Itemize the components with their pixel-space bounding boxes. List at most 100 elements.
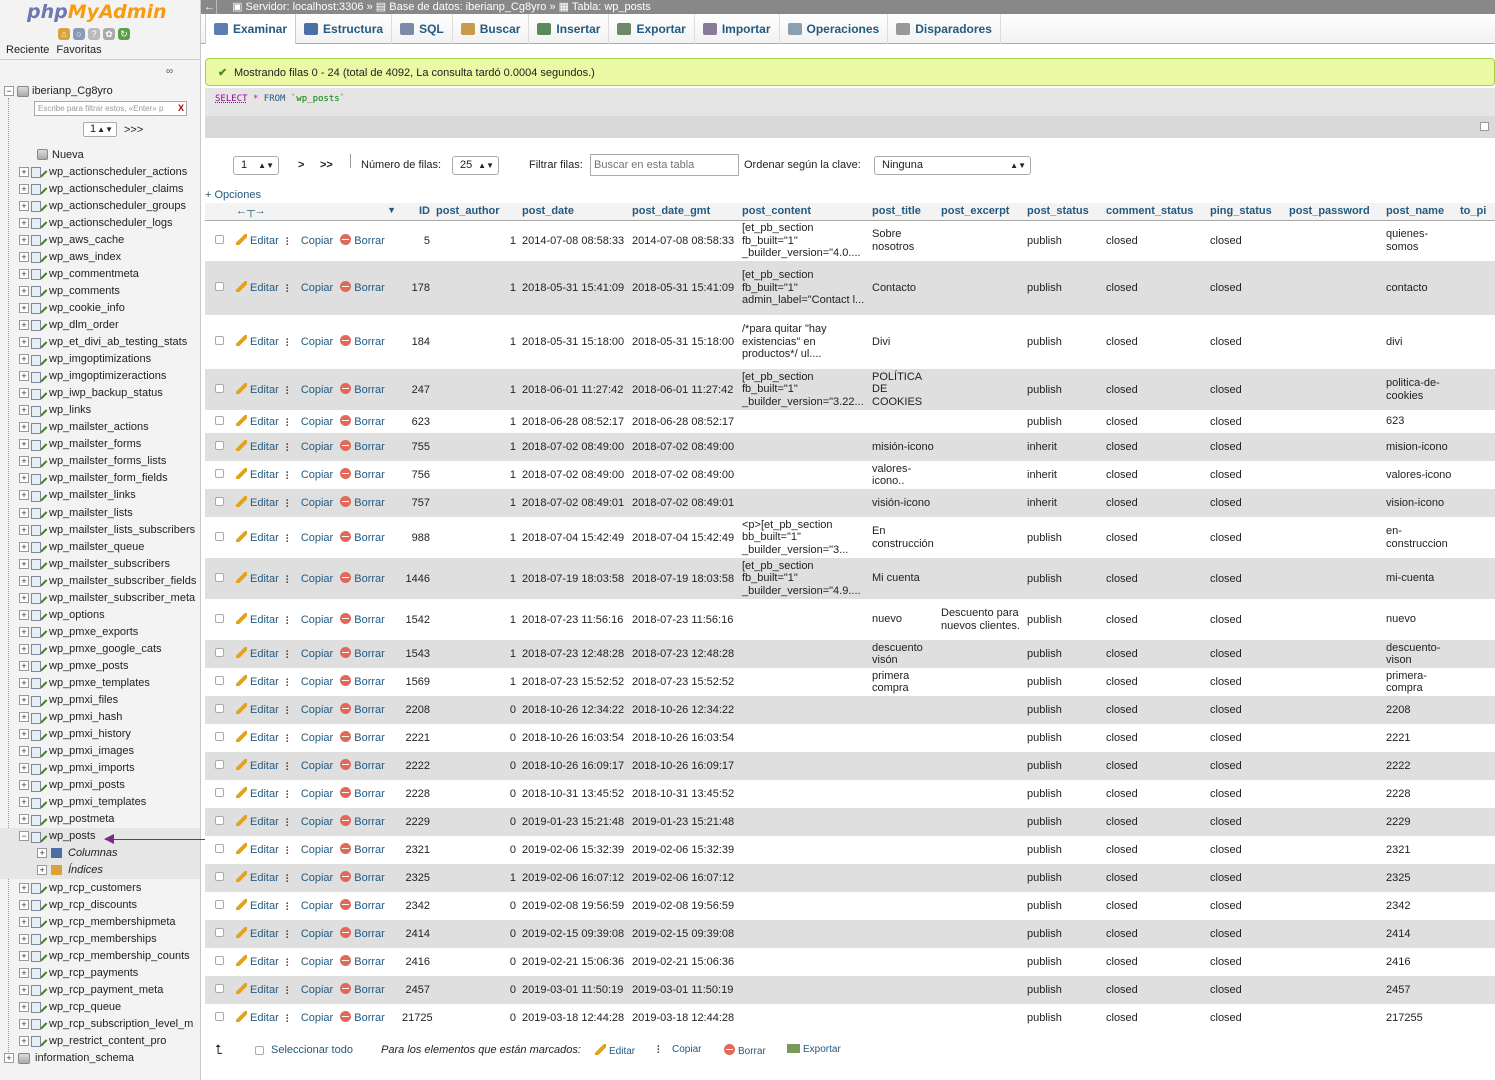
cell-post-date[interactable]: 2018-10-26 16:09:17 — [519, 752, 629, 780]
edit-button[interactable]: Editar — [236, 675, 279, 688]
expand-toggle-icon[interactable]: + — [4, 1053, 14, 1063]
row-checkbox[interactable] — [214, 441, 224, 450]
table-icon[interactable] — [31, 217, 45, 230]
cell-post-content[interactable] — [739, 461, 869, 489]
sidebar-table-name[interactable]: wp_pmxi_posts — [49, 779, 125, 791]
cell-post-date-gmt[interactable]: 2018-10-31 13:45:52 — [629, 780, 739, 808]
sidebar-table-name[interactable]: wp_pmxi_images — [49, 745, 134, 757]
cell-post-title[interactable] — [869, 1004, 938, 1032]
table-icon[interactable] — [31, 234, 45, 247]
header-post-name[interactable]: post_name — [1383, 203, 1457, 221]
cell-comment-status[interactable]: closed — [1103, 892, 1207, 920]
sidebar-table-item[interactable]: + wp_actionscheduler_logs — [0, 214, 200, 231]
sidebar-table-item[interactable]: + wp_et_divi_ab_testing_stats — [0, 334, 200, 351]
sidebar-table-name[interactable]: wp_mailster_form_fields — [49, 472, 168, 484]
edit-button[interactable]: Editar — [236, 843, 279, 856]
cell-post-title[interactable]: Mi cuenta — [869, 558, 938, 599]
cell-post-content[interactable] — [739, 696, 869, 724]
table-icon[interactable] — [31, 882, 45, 895]
delete-button[interactable]: Borrar — [340, 647, 385, 660]
expand-toggle-icon[interactable]: + — [19, 405, 29, 416]
cell-comment-status[interactable]: closed — [1103, 696, 1207, 724]
sidebar-table-item[interactable]: + wp_aws_cache — [0, 231, 200, 248]
cell-to-ping[interactable] — [1457, 315, 1495, 369]
cell-post-date-gmt[interactable]: 2019-03-18 12:44:28 — [629, 1004, 739, 1032]
cell-post-excerpt[interactable] — [938, 558, 1024, 599]
delete-button[interactable]: Borrar — [340, 335, 385, 348]
expand-toggle-icon[interactable]: + — [19, 660, 29, 671]
sidebar-table-item[interactable]: + wp_rcp_subscription_level_m — [0, 1015, 200, 1032]
row-checkbox[interactable] — [214, 1012, 224, 1021]
cell-post-password[interactable] — [1286, 1004, 1383, 1032]
cell-post-author[interactable]: 0 — [433, 836, 519, 864]
row-checkbox[interactable] — [214, 900, 224, 909]
cell-post-date[interactable]: 2019-02-08 19:56:59 — [519, 892, 629, 920]
sidebar-table-item[interactable]: + wp_rcp_memberships — [0, 930, 200, 947]
cell-post-author[interactable]: 1 — [433, 599, 519, 640]
sidebar-table-item[interactable]: + wp_mailster_queue — [0, 538, 200, 555]
cell-post-author[interactable]: 0 — [433, 976, 519, 1004]
expand-toggle-icon[interactable]: + — [19, 217, 29, 228]
cell-post-title[interactable]: valores-icono.. — [869, 461, 938, 489]
cell-post-password[interactable] — [1286, 892, 1383, 920]
cell-post-date[interactable]: 2018-10-26 16:03:54 — [519, 724, 629, 752]
cell-ping-status[interactable]: closed — [1207, 724, 1286, 752]
cell-post-excerpt[interactable] — [938, 780, 1024, 808]
sidebar-table-item[interactable]: + wp_rcp_payment_meta — [0, 981, 200, 998]
sidebar-table-name[interactable]: wp_rcp_payments — [49, 967, 138, 979]
copy-button[interactable]: ⫶ Copiar — [286, 336, 333, 349]
sidebar-table-name[interactable]: wp_commentmeta — [49, 268, 139, 280]
cell-post-password[interactable] — [1286, 261, 1383, 315]
delete-button[interactable]: Borrar — [340, 281, 385, 294]
cell-post-status[interactable]: publish — [1024, 724, 1103, 752]
cell-post-name[interactable]: contacto — [1383, 261, 1457, 315]
cell-post-date-gmt[interactable]: 2019-01-23 15:21:48 — [629, 808, 739, 836]
cell-id[interactable]: 1569 — [399, 668, 433, 696]
cell-to-ping[interactable] — [1457, 220, 1495, 261]
table-icon[interactable] — [31, 797, 45, 809]
tab-insertar[interactable]: Insertar — [529, 14, 610, 44]
cell-post-excerpt[interactable] — [938, 948, 1024, 976]
expand-toggle-icon[interactable]: + — [19, 746, 29, 757]
expand-toggle-icon[interactable]: + — [19, 575, 29, 586]
cell-post-date[interactable]: 2018-07-02 08:49:01 — [519, 489, 629, 517]
table-icon[interactable] — [31, 1001, 45, 1014]
cell-post-password[interactable] — [1286, 724, 1383, 752]
cell-post-password[interactable] — [1286, 668, 1383, 696]
cell-post-author[interactable]: 1 — [433, 369, 519, 410]
tab-importar[interactable]: Importar — [695, 14, 780, 44]
cell-to-ping[interactable] — [1457, 948, 1495, 976]
cell-post-name[interactable]: 2416 — [1383, 948, 1457, 976]
clear-filter-icon[interactable]: X — [178, 103, 184, 113]
cell-post-status[interactable]: publish — [1024, 517, 1103, 558]
cell-post-author[interactable]: 1 — [433, 558, 519, 599]
sidebar-table-name[interactable]: wp_restrict_content_pro — [49, 1035, 166, 1047]
sidebar-table-name[interactable]: wp_rcp_subscription_level_m — [49, 1018, 193, 1030]
cell-post-status[interactable]: publish — [1024, 220, 1103, 261]
sidebar-table-name[interactable]: wp_rcp_queue — [49, 1001, 121, 1013]
table-icon[interactable] — [31, 473, 45, 485]
table-icon[interactable] — [31, 763, 45, 775]
sidebar-table-name[interactable]: wp_mailster_links — [49, 489, 136, 501]
copy-button[interactable]: ⫶ Copiar — [286, 872, 333, 885]
new-table-item[interactable]: Nueva — [0, 146, 200, 163]
cell-post-status[interactable]: publish — [1024, 780, 1103, 808]
expand-toggle-icon[interactable]: + — [19, 695, 29, 706]
cell-ping-status[interactable]: closed — [1207, 752, 1286, 780]
row-checkbox[interactable] — [214, 234, 224, 244]
header-to-pi[interactable]: to_pi — [1457, 203, 1495, 221]
tab-buscar[interactable]: Buscar — [453, 14, 530, 44]
table-icon[interactable] — [31, 183, 45, 196]
cell-id[interactable]: 2457 — [399, 976, 433, 1004]
edit-button[interactable]: Editar — [236, 382, 279, 396]
table-icon[interactable] — [31, 439, 45, 451]
cell-post-status[interactable]: publish — [1024, 369, 1103, 410]
copy-button[interactable]: ⫶ Copiar — [286, 416, 333, 429]
sidebar-table-item[interactable]: + wp_pmxe_posts — [0, 657, 200, 674]
copy-button[interactable]: ⫶ Copiar — [286, 573, 333, 586]
sidebar-table-item[interactable]: + wp_actionscheduler_actions — [0, 163, 200, 180]
sidebar-subitem-sub_columns[interactable]: + Columnas — [0, 844, 200, 862]
delete-button[interactable]: Borrar — [340, 612, 385, 626]
cell-post-content[interactable] — [739, 410, 869, 433]
cell-post-date-gmt[interactable]: 2018-10-26 16:09:17 — [629, 752, 739, 780]
